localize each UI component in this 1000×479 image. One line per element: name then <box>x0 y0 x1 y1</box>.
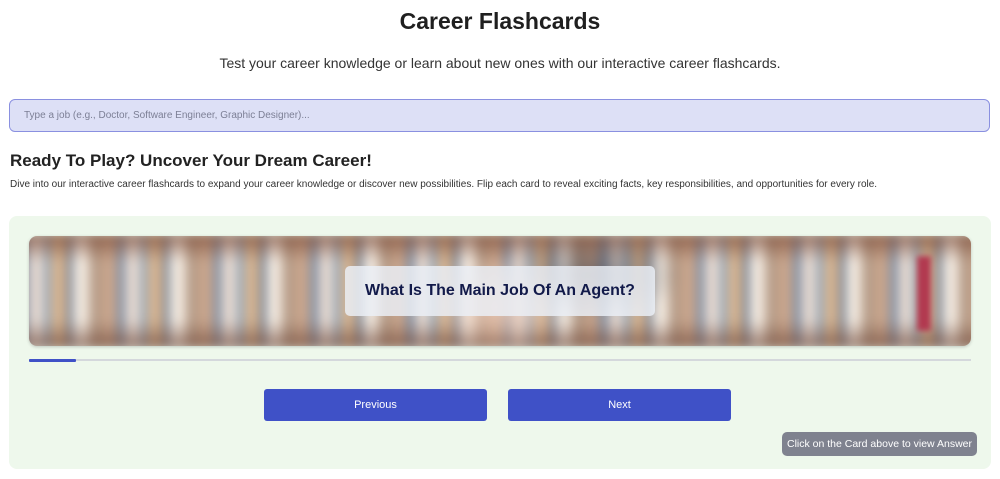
job-search-input[interactable] <box>9 99 990 132</box>
progress-bar <box>29 358 971 362</box>
next-button[interactable]: Next <box>508 389 731 421</box>
page: Career Flashcards Test your career knowl… <box>0 0 1000 479</box>
page-title: Career Flashcards <box>399 8 601 34</box>
flashcard[interactable]: What Is The Main Job Of An Agent? <box>29 236 971 346</box>
flashcard-background-accent <box>917 256 931 331</box>
hint-badge: Click on the Card above to view Answer <box>781 432 977 456</box>
progress-bar-fill <box>29 358 77 362</box>
page-subtitle: Test your career knowledge or learn abou… <box>219 55 781 71</box>
section-description: Dive into our interactive career flashca… <box>10 179 878 190</box>
flashcard-question: What Is The Main Job Of An Agent? <box>345 266 655 316</box>
section-heading: Ready To Play? Uncover Your Dream Career… <box>10 151 372 170</box>
flashcard-panel: What Is The Main Job Of An Agent? Previo… <box>9 216 991 469</box>
previous-button[interactable]: Previous <box>264 389 487 421</box>
